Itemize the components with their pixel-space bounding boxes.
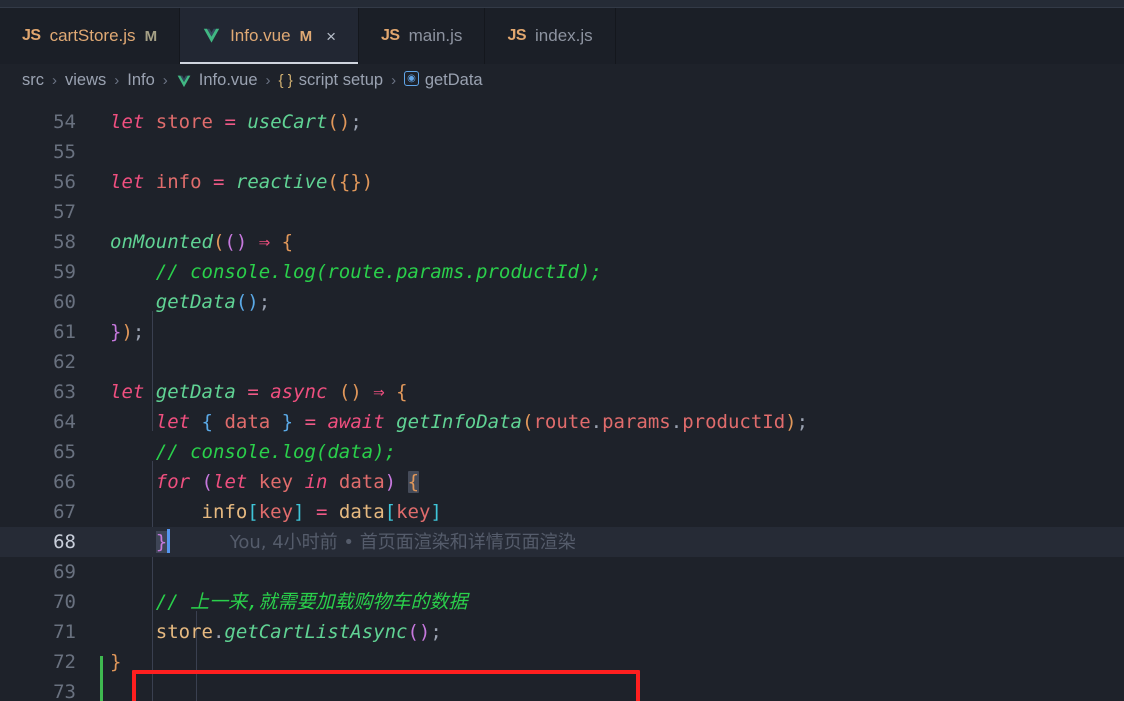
code-line[interactable]: 65 // console.log(data);: [0, 437, 1124, 467]
code-line[interactable]: 71 store.getCartListAsync();: [0, 617, 1124, 647]
vue-icon: [176, 75, 192, 89]
code-line[interactable]: 55: [0, 137, 1124, 167]
line-number: 73: [53, 681, 76, 701]
breadcrumb: src › views › Info › Info.vue › { } scri…: [0, 64, 1124, 97]
braces-icon: { }: [278, 72, 293, 89]
line-number: 54: [53, 111, 76, 133]
code-text: for (let key in data) {: [155, 471, 420, 493]
tab-label: Info.vue: [230, 26, 291, 45]
code-line[interactable]: 61 });: [0, 317, 1124, 347]
tab-info-vue[interactable]: Info.vue M ×: [180, 8, 359, 64]
text-cursor: [167, 529, 170, 553]
code-text: // console.log(route.params.productId);: [110, 261, 602, 283]
line-number: 70: [53, 591, 76, 613]
breadcrumb-item-getdata[interactable]: getData: [425, 71, 483, 90]
code-line[interactable]: 72 }: [0, 647, 1124, 677]
code-line[interactable]: 63 let getData = async () ⇒ {: [0, 377, 1124, 407]
breadcrumb-item-info[interactable]: Info: [127, 71, 155, 90]
code-line[interactable]: 73: [0, 677, 1124, 701]
code-editor[interactable]: 53 54 let store = useCart(); 55 56 let i…: [0, 97, 1124, 701]
code-text: let { data } = await getInfoData(route.p…: [155, 411, 809, 433]
code-text: });: [110, 321, 145, 343]
line-number: 63: [53, 381, 76, 403]
code-line[interactable]: 62: [0, 347, 1124, 377]
code-line[interactable]: 67 info[key] = data[key]: [0, 497, 1124, 527]
close-icon[interactable]: ×: [326, 28, 336, 45]
code-line[interactable]: 69: [0, 557, 1124, 587]
method-icon: ◉: [404, 71, 419, 86]
breadcrumb-separator: ›: [114, 72, 120, 89]
code-line-partial: 53: [0, 97, 1124, 107]
line-number: 60: [53, 291, 76, 313]
code-text: let getData = async () ⇒ {: [110, 381, 408, 403]
breadcrumb-item-script-setup[interactable]: script setup: [299, 71, 383, 90]
breadcrumb-separator: ›: [391, 72, 397, 89]
code-line[interactable]: 64 let { data } = await getInfoData(rout…: [0, 407, 1124, 437]
code-text: let info = reactive({}): [110, 171, 374, 193]
code-line[interactable]: 57: [0, 197, 1124, 227]
breadcrumb-separator: ›: [265, 72, 271, 89]
breadcrumb-separator: ›: [52, 72, 57, 89]
breadcrumb-item-info-vue[interactable]: Info.vue: [199, 71, 258, 90]
tab-cartstore-js[interactable]: JS cartStore.js M: [0, 8, 181, 64]
line-number: 57: [53, 201, 76, 223]
code-text: onMounted(() ⇒ {: [110, 231, 294, 253]
breadcrumb-item-views[interactable]: views: [65, 71, 106, 90]
tab-main-js[interactable]: JS main.js: [359, 8, 486, 64]
breadcrumb-separator: ›: [162, 72, 168, 89]
line-number: 62: [53, 351, 76, 373]
breadcrumb-item-src[interactable]: src: [22, 71, 44, 90]
code-text: getData();: [155, 291, 271, 313]
tab-label: index.js: [535, 26, 593, 45]
vscode-window: JS cartStore.js M Info.vue M × JS main.j…: [0, 0, 1124, 701]
tab-modified-badge: M: [299, 27, 313, 45]
code-line[interactable]: 54 let store = useCart();: [0, 107, 1124, 137]
line-number: 64: [53, 411, 76, 433]
code-text: store.getCartListAsync();: [155, 621, 442, 643]
code-text: // console.log(data);: [110, 441, 396, 463]
line-number: 68: [53, 531, 76, 553]
tab-label: cartStore.js: [49, 26, 136, 45]
line-number: 66: [53, 471, 76, 493]
line-number: 72: [53, 651, 76, 673]
js-icon: JS: [507, 27, 527, 44]
line-number: 67: [53, 501, 76, 523]
code-text: info[key] = data[key]: [201, 501, 442, 523]
window-chrome-strip: [0, 0, 1124, 8]
code-text: let store = useCart();: [110, 111, 362, 133]
code-line[interactable]: 60 getData();: [0, 287, 1124, 317]
js-icon: JS: [22, 27, 41, 44]
code-line[interactable]: 56 let info = reactive({}): [0, 167, 1124, 197]
line-number: 55: [53, 141, 76, 163]
line-number: 59: [53, 261, 76, 283]
tab-label: main.js: [408, 26, 463, 45]
line-number: 56: [53, 171, 76, 193]
code-content: 54 let store = useCart(); 55 56 let info…: [0, 107, 1124, 701]
code-line[interactable]: 58 onMounted(() ⇒ {: [0, 227, 1124, 257]
code-text: }: [110, 651, 122, 673]
code-line[interactable]: 66 for (let key in data) {: [0, 467, 1124, 497]
vue-icon: [202, 28, 221, 45]
js-icon: JS: [381, 27, 400, 44]
line-number: 61: [53, 321, 76, 343]
tab-modified-badge: M: [144, 27, 158, 45]
code-text: } You, 4小时前 • 首页面渲染和详情页面渲染: [155, 529, 576, 553]
code-line[interactable]: 70 // 上一来,就需要加载购物车的数据: [0, 587, 1124, 617]
git-blame-annotation[interactable]: You, 4小时前 • 首页面渲染和详情页面渲染: [170, 532, 576, 553]
code-text: // 上一来,就需要加载购物车的数据: [110, 591, 468, 613]
line-number: 71: [53, 621, 76, 643]
code-line-current[interactable]: 68 } You, 4小时前 • 首页面渲染和详情页面渲染: [0, 527, 1124, 557]
line-number: 58: [53, 231, 76, 253]
editor-tab-bar: JS cartStore.js M Info.vue M × JS main.j…: [0, 8, 1124, 64]
line-number: 65: [53, 441, 76, 463]
tab-index-js[interactable]: JS index.js: [485, 8, 616, 64]
code-line[interactable]: 59 // console.log(route.params.productId…: [0, 257, 1124, 287]
line-number: 69: [53, 561, 76, 583]
